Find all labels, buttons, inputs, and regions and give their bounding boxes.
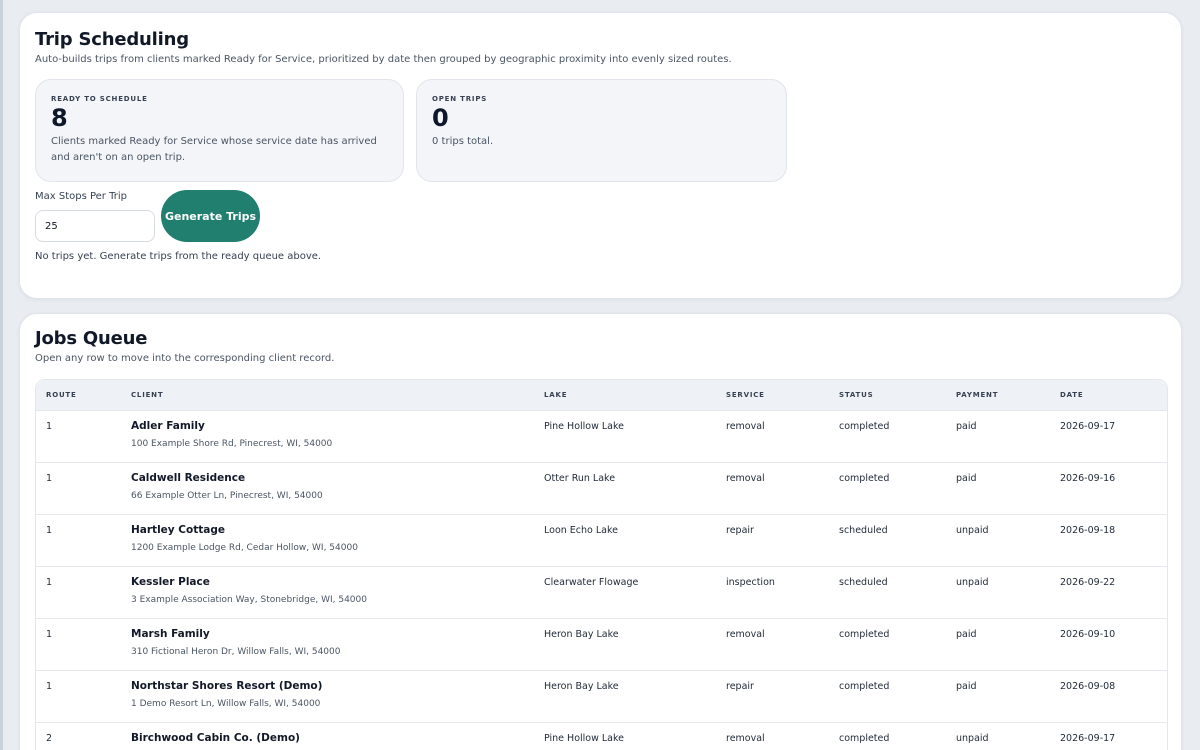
row-payment: unpaid bbox=[956, 733, 989, 744]
table-row[interactable]: 2 Birchwood Cabin Co. (Demo) Pine Hollow… bbox=[36, 723, 1167, 750]
max-stops-input[interactable] bbox=[35, 210, 155, 242]
row-lake: Clearwater Flowage bbox=[544, 577, 639, 588]
row-date: 2026-09-17 bbox=[1060, 421, 1116, 432]
row-lake: Heron Bay Lake bbox=[544, 681, 619, 692]
row-status: completed bbox=[839, 733, 890, 744]
row-status: completed bbox=[839, 421, 890, 432]
row-client-address: 66 Example Otter Ln, Pinecrest, WI, 5400… bbox=[131, 491, 323, 501]
row-client-name: Caldwell Residence bbox=[131, 472, 246, 484]
table-row[interactable]: 1 Kessler Place 3 Example Association Wa… bbox=[36, 567, 1167, 619]
row-date: 2026-09-10 bbox=[1060, 629, 1116, 640]
column-header-status[interactable]: STATUS bbox=[839, 391, 873, 399]
row-status: scheduled bbox=[839, 577, 888, 588]
row-client-address: 3 Example Association Way, Stonebridge, … bbox=[131, 595, 367, 605]
column-header-service[interactable]: SERVICE bbox=[726, 391, 765, 399]
trip-scheduling-title: Trip Scheduling bbox=[35, 29, 189, 50]
row-route: 1 bbox=[46, 681, 53, 692]
row-payment: paid bbox=[956, 473, 977, 484]
table-row[interactable]: 1 Hartley Cottage 1200 Example Lodge Rd,… bbox=[36, 515, 1167, 567]
jobs-queue-title: Jobs Queue bbox=[35, 328, 148, 349]
row-client-address: 100 Example Shore Rd, Pinecrest, WI, 540… bbox=[131, 439, 333, 449]
row-service: removal bbox=[726, 421, 765, 432]
row-route: 1 bbox=[46, 577, 53, 588]
row-client-name: Hartley Cottage bbox=[131, 524, 225, 536]
row-service: removal bbox=[726, 473, 765, 484]
row-payment: unpaid bbox=[956, 525, 989, 536]
table-row[interactable]: 1 Northstar Shores Resort (Demo) 1 Demo … bbox=[36, 671, 1167, 723]
ready-to-schedule-stat: READY TO SCHEDULE 8 Clients marked Ready… bbox=[35, 79, 404, 182]
ready-stat-value: 8 bbox=[51, 104, 68, 132]
row-client-address: 1 Demo Resort Ln, Willow Falls, WI, 5400… bbox=[131, 699, 321, 709]
trip-scheduling-card: Trip Scheduling Auto-builds trips from c… bbox=[19, 12, 1182, 299]
column-header-client[interactable]: CLIENT bbox=[131, 391, 163, 399]
row-date: 2026-09-18 bbox=[1060, 525, 1116, 536]
row-client-name: Marsh Family bbox=[131, 628, 210, 640]
column-header-date[interactable]: DATE bbox=[1060, 391, 1083, 399]
row-route: 1 bbox=[46, 473, 53, 484]
column-header-payment[interactable]: PAYMENT bbox=[956, 391, 998, 399]
open-trips-stat: OPEN TRIPS 0 0 trips total. bbox=[416, 79, 787, 182]
trip-scheduling-subtitle: Auto-builds trips from clients marked Re… bbox=[35, 54, 732, 65]
row-date: 2026-09-16 bbox=[1060, 473, 1116, 484]
row-status: completed bbox=[839, 629, 890, 640]
row-date: 2026-09-17 bbox=[1060, 733, 1116, 744]
row-lake: Otter Run Lake bbox=[544, 473, 616, 484]
row-client-address: 1200 Example Lodge Rd, Cedar Hollow, WI,… bbox=[131, 543, 358, 553]
row-route: 1 bbox=[46, 525, 53, 536]
row-payment: unpaid bbox=[956, 577, 989, 588]
max-stops-label: Max Stops Per Trip bbox=[35, 191, 127, 202]
row-service: inspection bbox=[726, 577, 775, 588]
row-service: repair bbox=[726, 681, 754, 692]
row-client-name: Adler Family bbox=[131, 420, 205, 432]
generate-trips-button[interactable]: Generate Trips bbox=[161, 190, 260, 242]
table-row[interactable]: 1 Adler Family 100 Example Shore Rd, Pin… bbox=[36, 411, 1167, 463]
row-lake: Loon Echo Lake bbox=[544, 525, 618, 536]
jobs-queue-card: Jobs Queue Open any row to move into the… bbox=[19, 313, 1182, 750]
row-lake: Pine Hollow Lake bbox=[544, 421, 625, 432]
row-route: 1 bbox=[46, 421, 53, 432]
row-payment: paid bbox=[956, 421, 977, 432]
jobs-table-header: ROUTE CLIENT LAKE SERVICE STATUS PAYMENT… bbox=[36, 380, 1167, 411]
row-status: completed bbox=[839, 473, 890, 484]
open-stat-value: 0 bbox=[432, 104, 449, 132]
table-row[interactable]: 1 Marsh Family 310 Fictional Heron Dr, W… bbox=[36, 619, 1167, 671]
row-service: removal bbox=[726, 733, 765, 744]
row-route: 2 bbox=[46, 733, 53, 744]
column-header-lake[interactable]: LAKE bbox=[544, 391, 567, 399]
row-status: completed bbox=[839, 681, 890, 692]
row-service: removal bbox=[726, 629, 765, 640]
jobs-table: ROUTE CLIENT LAKE SERVICE STATUS PAYMENT… bbox=[35, 379, 1168, 750]
row-lake: Heron Bay Lake bbox=[544, 629, 619, 640]
row-client-name: Birchwood Cabin Co. (Demo) bbox=[131, 732, 300, 744]
table-row[interactable]: 1 Caldwell Residence 66 Example Otter Ln… bbox=[36, 463, 1167, 515]
ready-stat-description: Clients marked Ready for Service whose s… bbox=[51, 136, 377, 163]
row-client-address: 310 Fictional Heron Dr, Willow Falls, WI… bbox=[131, 647, 341, 657]
no-trips-message: No trips yet. Generate trips from the re… bbox=[35, 251, 322, 262]
ready-stat-label: READY TO SCHEDULE bbox=[51, 95, 148, 103]
row-date: 2026-09-22 bbox=[1060, 577, 1116, 588]
row-service: repair bbox=[726, 525, 754, 536]
open-stat-label: OPEN TRIPS bbox=[432, 95, 488, 103]
row-payment: paid bbox=[956, 681, 977, 692]
row-status: scheduled bbox=[839, 525, 888, 536]
column-header-route[interactable]: ROUTE bbox=[46, 391, 77, 399]
row-payment: paid bbox=[956, 629, 977, 640]
open-stat-description: 0 trips total. bbox=[432, 136, 494, 147]
row-client-name: Northstar Shores Resort (Demo) bbox=[131, 680, 323, 692]
row-route: 1 bbox=[46, 629, 53, 640]
row-date: 2026-09-08 bbox=[1060, 681, 1116, 692]
row-lake: Pine Hollow Lake bbox=[544, 733, 625, 744]
jobs-queue-subtitle: Open any row to move into the correspond… bbox=[35, 353, 335, 364]
row-client-name: Kessler Place bbox=[131, 576, 210, 588]
window-left-edge bbox=[0, 0, 3, 750]
